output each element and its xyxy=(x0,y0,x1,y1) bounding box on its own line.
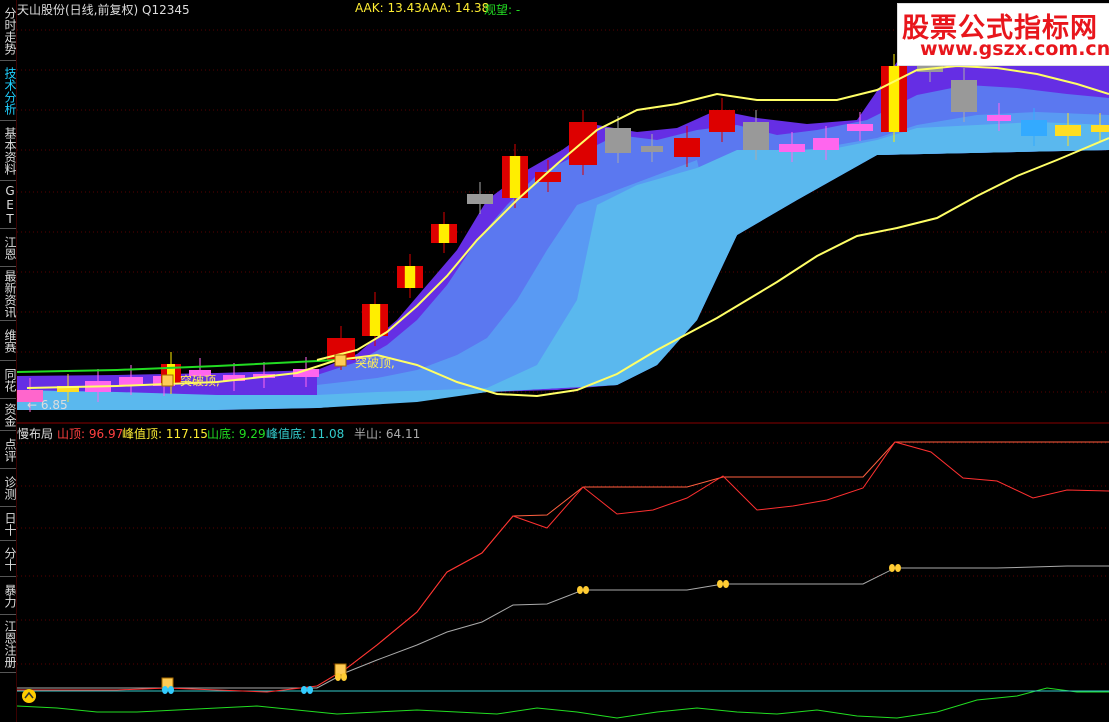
lower-peak-line xyxy=(316,441,1109,687)
candle-core-15 xyxy=(509,156,521,198)
candle-body-19 xyxy=(641,146,663,152)
shanding-value: 山顶: 96.97 xyxy=(57,427,124,441)
lower-gray-line xyxy=(17,565,1109,689)
banshan-value: 半山: 64.11 xyxy=(354,427,421,441)
sidebar-item-5[interactable]: 最新资讯 xyxy=(0,268,17,321)
sidebar-item-7[interactable]: 同花 xyxy=(0,362,17,399)
candle-core-26 xyxy=(888,66,900,132)
candle-core-12 xyxy=(404,266,416,288)
stock-title: 天山股份(日线,前复权) Q12345 xyxy=(17,3,190,17)
butterfly-wing-r-3 xyxy=(341,673,347,681)
signal-box-1 xyxy=(161,374,174,387)
candle-core-11 xyxy=(369,304,381,336)
butterfly-wing-r-6 xyxy=(895,564,901,572)
watch-signal: 观望: - xyxy=(484,3,521,17)
butterfly-wing-l-6 xyxy=(889,564,895,572)
sidebar-item-9[interactable]: 点评 xyxy=(0,432,17,469)
sidebar-item-13[interactable]: 暴力 xyxy=(0,578,17,615)
sidebar-item-10[interactable]: 诊测 xyxy=(0,470,17,507)
sidebar-item-14[interactable]: 江恩注册 xyxy=(0,616,17,673)
candle-body-32 xyxy=(1091,125,1109,132)
sidebar-item-11[interactable]: 日十 xyxy=(0,508,17,541)
butterfly-wing-l-3 xyxy=(335,673,341,681)
butterfly-wing-l-5 xyxy=(717,580,723,588)
sidebar-item-12[interactable]: 分十 xyxy=(0,542,17,577)
watermark-logo: 股票公式指标网 www.gszx.com.cn xyxy=(897,3,1109,66)
butterfly-wing-l-1 xyxy=(162,686,168,694)
candle-body-18 xyxy=(605,128,631,153)
low-price-label: ← 6.85 xyxy=(27,398,68,412)
candle-body-25 xyxy=(847,124,873,131)
butterfly-wing-r-5 xyxy=(723,580,729,588)
sidebar-item-6[interactable]: 维赛 xyxy=(0,322,17,361)
breakout-label-2: 突破顶, xyxy=(355,356,395,370)
candle-body-17 xyxy=(569,122,597,165)
candle-body-21 xyxy=(709,110,735,132)
butterfly-wing-r-1 xyxy=(168,686,174,694)
aak-value: AAK: 13.43 xyxy=(355,1,422,15)
butterfly-wing-l-4 xyxy=(577,586,583,594)
indicator-name: 慢布局 xyxy=(17,427,54,441)
candle-body-30 xyxy=(1021,120,1047,136)
lower-green-line xyxy=(17,687,1109,719)
candle-body-22 xyxy=(743,122,769,150)
sidebar-item-2[interactable]: 基本资料 xyxy=(0,122,17,181)
fengzhiding-value: 峰值顶: 117.15 xyxy=(122,427,208,441)
sidebar: 分时走势 技术分析 基本资料 GET 江恩 最新资讯 维赛 同花 资金 点评 诊测 日十 分十 暴力 江恩注… xyxy=(0,0,17,722)
butterfly-wing-r-2 xyxy=(307,686,313,694)
chevron-up-icon xyxy=(22,689,36,703)
candle-body-31 xyxy=(1055,125,1081,136)
candle-body-29 xyxy=(987,115,1011,121)
signal-box-2 xyxy=(334,354,347,367)
candle-body-20 xyxy=(674,138,700,157)
lower-red-line xyxy=(17,441,1109,693)
butterfly-wing-r-4 xyxy=(583,586,589,594)
candle-body-28 xyxy=(951,80,977,112)
candle-body-14 xyxy=(467,194,493,204)
candle-core-13 xyxy=(438,224,450,243)
butterfly-wing-l-2 xyxy=(301,686,307,694)
candle-body-24 xyxy=(813,138,839,150)
sidebar-item-4[interactable]: 江恩 xyxy=(0,230,17,267)
watermark-line2: www.gszx.com.cn xyxy=(920,38,1109,60)
sidebar-item-0[interactable]: 分时走势 xyxy=(0,2,17,61)
candle-body-23 xyxy=(779,144,805,152)
breakout-label-1: 突破顶, xyxy=(180,374,220,388)
aaa-value: AAA: 14.38 xyxy=(422,1,490,15)
sidebar-item-8[interactable]: 资金 xyxy=(0,400,17,431)
price-chart-svg[interactable] xyxy=(17,0,1109,722)
sidebar-item-3[interactable]: GET xyxy=(0,182,17,229)
fengzhidi-value: 峰值底: 11.08 xyxy=(266,427,345,441)
shandi-value: 山底: 9.29 xyxy=(207,427,266,441)
candle-body-3 xyxy=(119,377,143,385)
chart-area[interactable]: 天山股份(日线,前复权) Q12345 AAK: 13.43 AAA: 14.3… xyxy=(17,0,1109,722)
sidebar-item-1[interactable]: 技术分析 xyxy=(0,62,17,121)
